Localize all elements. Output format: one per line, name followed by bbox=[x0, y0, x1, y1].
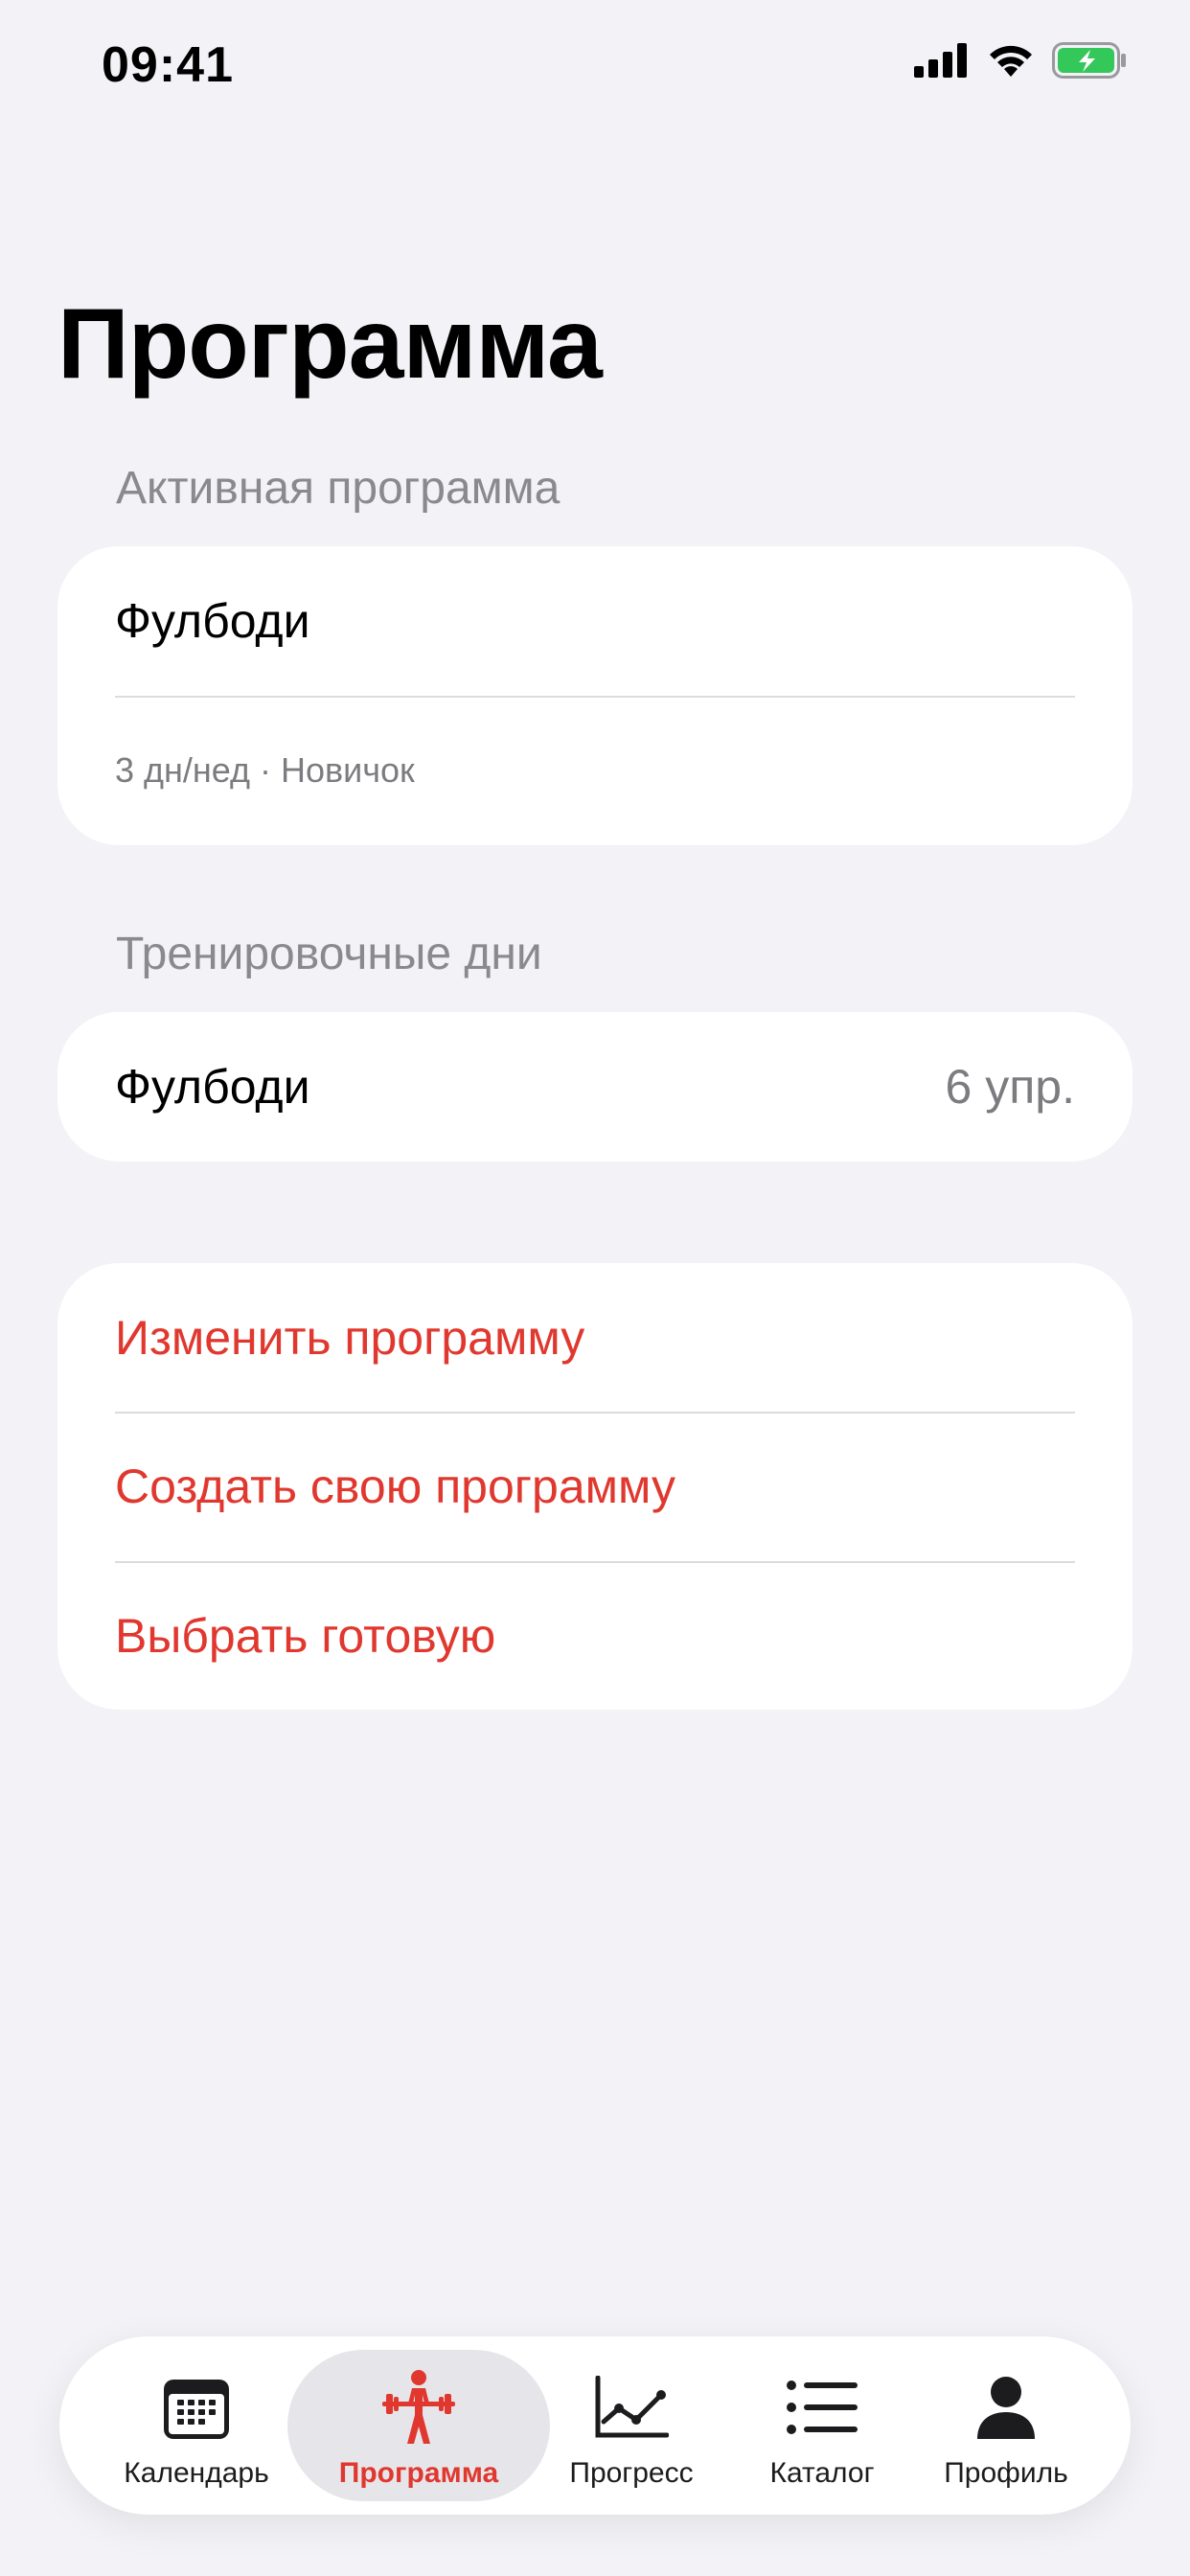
wifi-icon bbox=[987, 42, 1035, 79]
training-days-card: Фулбоди 6 упр. bbox=[57, 1012, 1133, 1162]
create-program-label: Создать свою программу bbox=[115, 1460, 675, 1513]
active-program-details: 3 дн/нед · Новичок bbox=[115, 750, 415, 790]
page-title: Программа bbox=[57, 288, 603, 400]
person-icon bbox=[975, 2369, 1037, 2446]
choose-template-button[interactable]: Выбрать готовую bbox=[57, 1561, 1133, 1710]
tab-program[interactable]: Программа bbox=[323, 2336, 515, 2515]
status-bar: 09:41 bbox=[0, 0, 1190, 134]
tab-progress-label: Прогресс bbox=[569, 2457, 694, 2489]
battery-charging-icon bbox=[1052, 42, 1129, 79]
create-program-button[interactable]: Создать свою программу bbox=[57, 1412, 1133, 1561]
active-program-header: Активная программа bbox=[116, 463, 561, 514]
status-time: 09:41 bbox=[102, 37, 234, 93]
list-icon bbox=[787, 2369, 858, 2446]
tab-bar: Календарь Программа Прогресс Каталог Про… bbox=[59, 2336, 1131, 2515]
tab-profile-label: Профиль bbox=[944, 2457, 1068, 2489]
tab-calendar[interactable]: Календарь bbox=[101, 2336, 292, 2515]
cellular-signal-icon bbox=[914, 43, 970, 78]
training-day-name: Фулбоди bbox=[115, 1060, 310, 1114]
chart-line-icon bbox=[594, 2369, 669, 2446]
weightlifter-icon bbox=[380, 2369, 457, 2446]
tab-program-label: Программа bbox=[338, 2457, 499, 2489]
tab-calendar-label: Календарь bbox=[124, 2457, 269, 2489]
edit-program-label: Изменить программу bbox=[115, 1310, 585, 1365]
training-days-header: Тренировочные дни bbox=[116, 929, 542, 979]
active-program-details-row: 3 дн/нед · Новичок bbox=[57, 696, 1133, 845]
training-day-row[interactable]: Фулбоди 6 упр. bbox=[57, 1012, 1133, 1162]
tab-profile[interactable]: Профиль bbox=[910, 2336, 1102, 2515]
status-icons bbox=[914, 42, 1129, 79]
training-day-exercise-count: 6 упр. bbox=[945, 1060, 1075, 1114]
choose-template-label: Выбрать готовую bbox=[115, 1608, 496, 1663]
active-program-name-row: Фулбоди bbox=[57, 546, 1133, 696]
edit-program-button[interactable]: Изменить программу bbox=[57, 1263, 1133, 1412]
active-program-name: Фулбоди bbox=[115, 594, 310, 648]
tab-catalog-label: Каталог bbox=[769, 2457, 875, 2489]
program-actions-card: Изменить программу Создать свою программ… bbox=[57, 1263, 1133, 1710]
active-program-card[interactable]: Фулбоди 3 дн/нед · Новичок bbox=[57, 546, 1133, 845]
calendar-icon bbox=[164, 2369, 229, 2446]
tab-catalog[interactable]: Каталог bbox=[726, 2336, 918, 2515]
tab-progress[interactable]: Прогресс bbox=[536, 2336, 727, 2515]
program-screen: 09:41 Программа Активная программа Фулбо… bbox=[0, 0, 1190, 2576]
